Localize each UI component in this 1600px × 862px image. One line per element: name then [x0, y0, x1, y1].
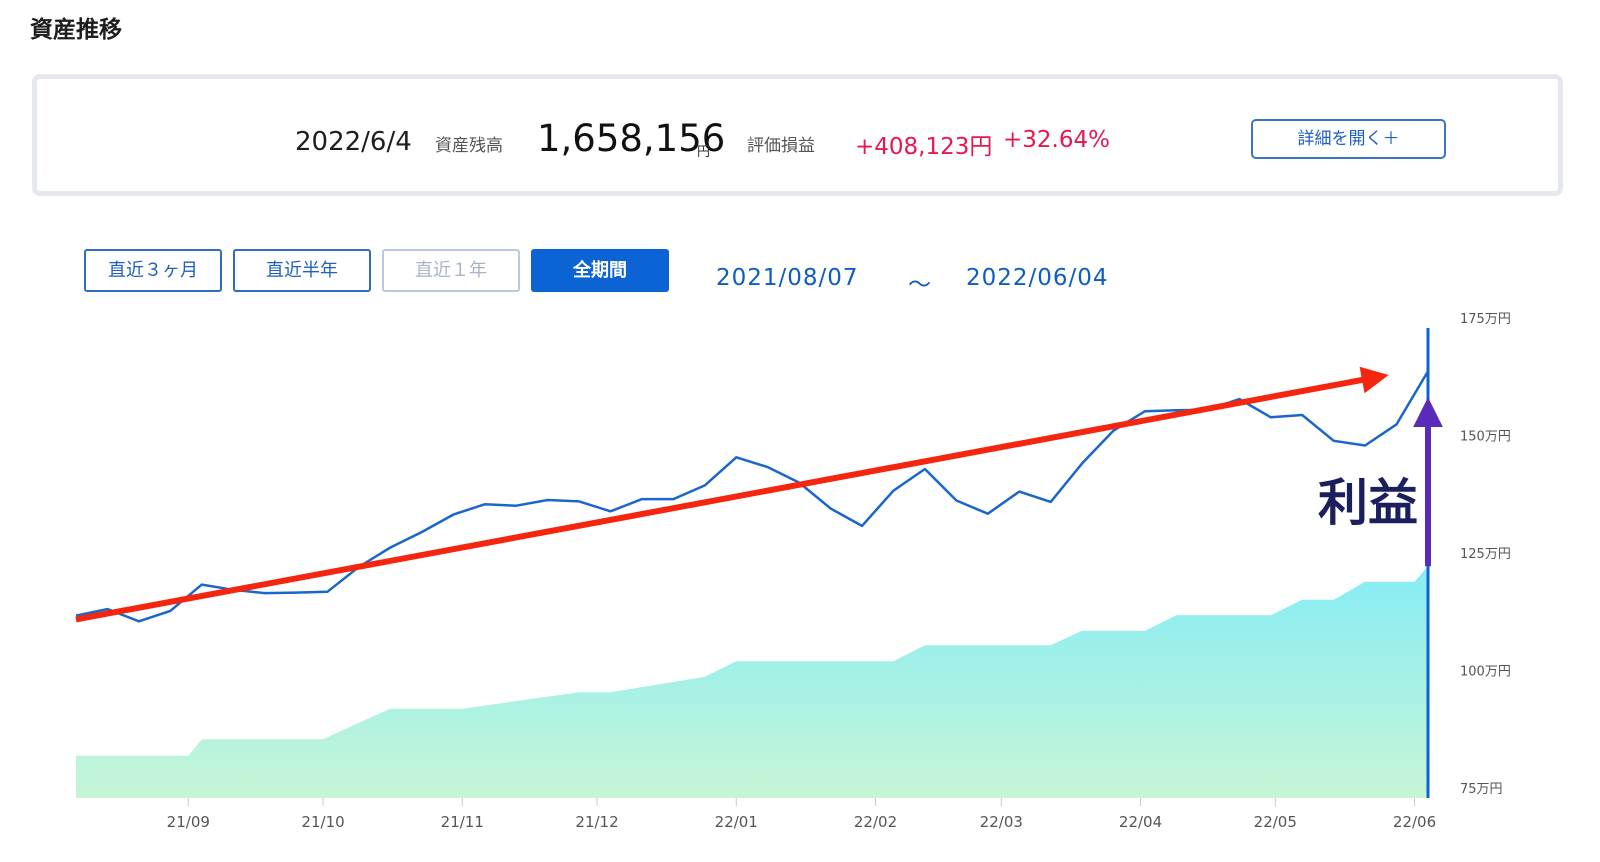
x-tick-label: 21/11 [441, 813, 484, 831]
x-tick-label: 22/06 [1393, 813, 1436, 831]
x-tick-label: 22/03 [980, 813, 1023, 831]
x-tick-label: 22/01 [715, 813, 758, 831]
x-tick-label: 21/10 [301, 813, 344, 831]
y-tick-label: 125万円 [1460, 547, 1511, 562]
profit-label: 利益 [1318, 474, 1418, 532]
y-tick-label: 150万円 [1460, 430, 1511, 445]
y-tick-label: 75万円 [1460, 782, 1503, 797]
principal-area [76, 566, 1428, 798]
y-tick-label: 175万円 [1460, 312, 1511, 327]
x-tick-label: 21/09 [167, 813, 210, 831]
x-tick-label: 21/12 [575, 813, 618, 831]
x-tick-label: 22/04 [1119, 813, 1162, 831]
x-axis-ticks: 21/09 21/10 21/11 21/12 22/01 22/02 22/03 22/04… [167, 798, 1436, 831]
trend-arrow [75, 366, 1389, 623]
asset-chart: 175万円 150万円 125万円 100万円 75万円 21/09 21/10 21/11… [75, 312, 1511, 831]
x-tick-label: 22/05 [1254, 813, 1297, 831]
x-tick-label: 22/02 [854, 813, 897, 831]
y-tick-label: 100万円 [1460, 665, 1511, 680]
y-axis-ticks: 175万円 150万円 125万円 100万円 75万円 [1460, 312, 1511, 797]
